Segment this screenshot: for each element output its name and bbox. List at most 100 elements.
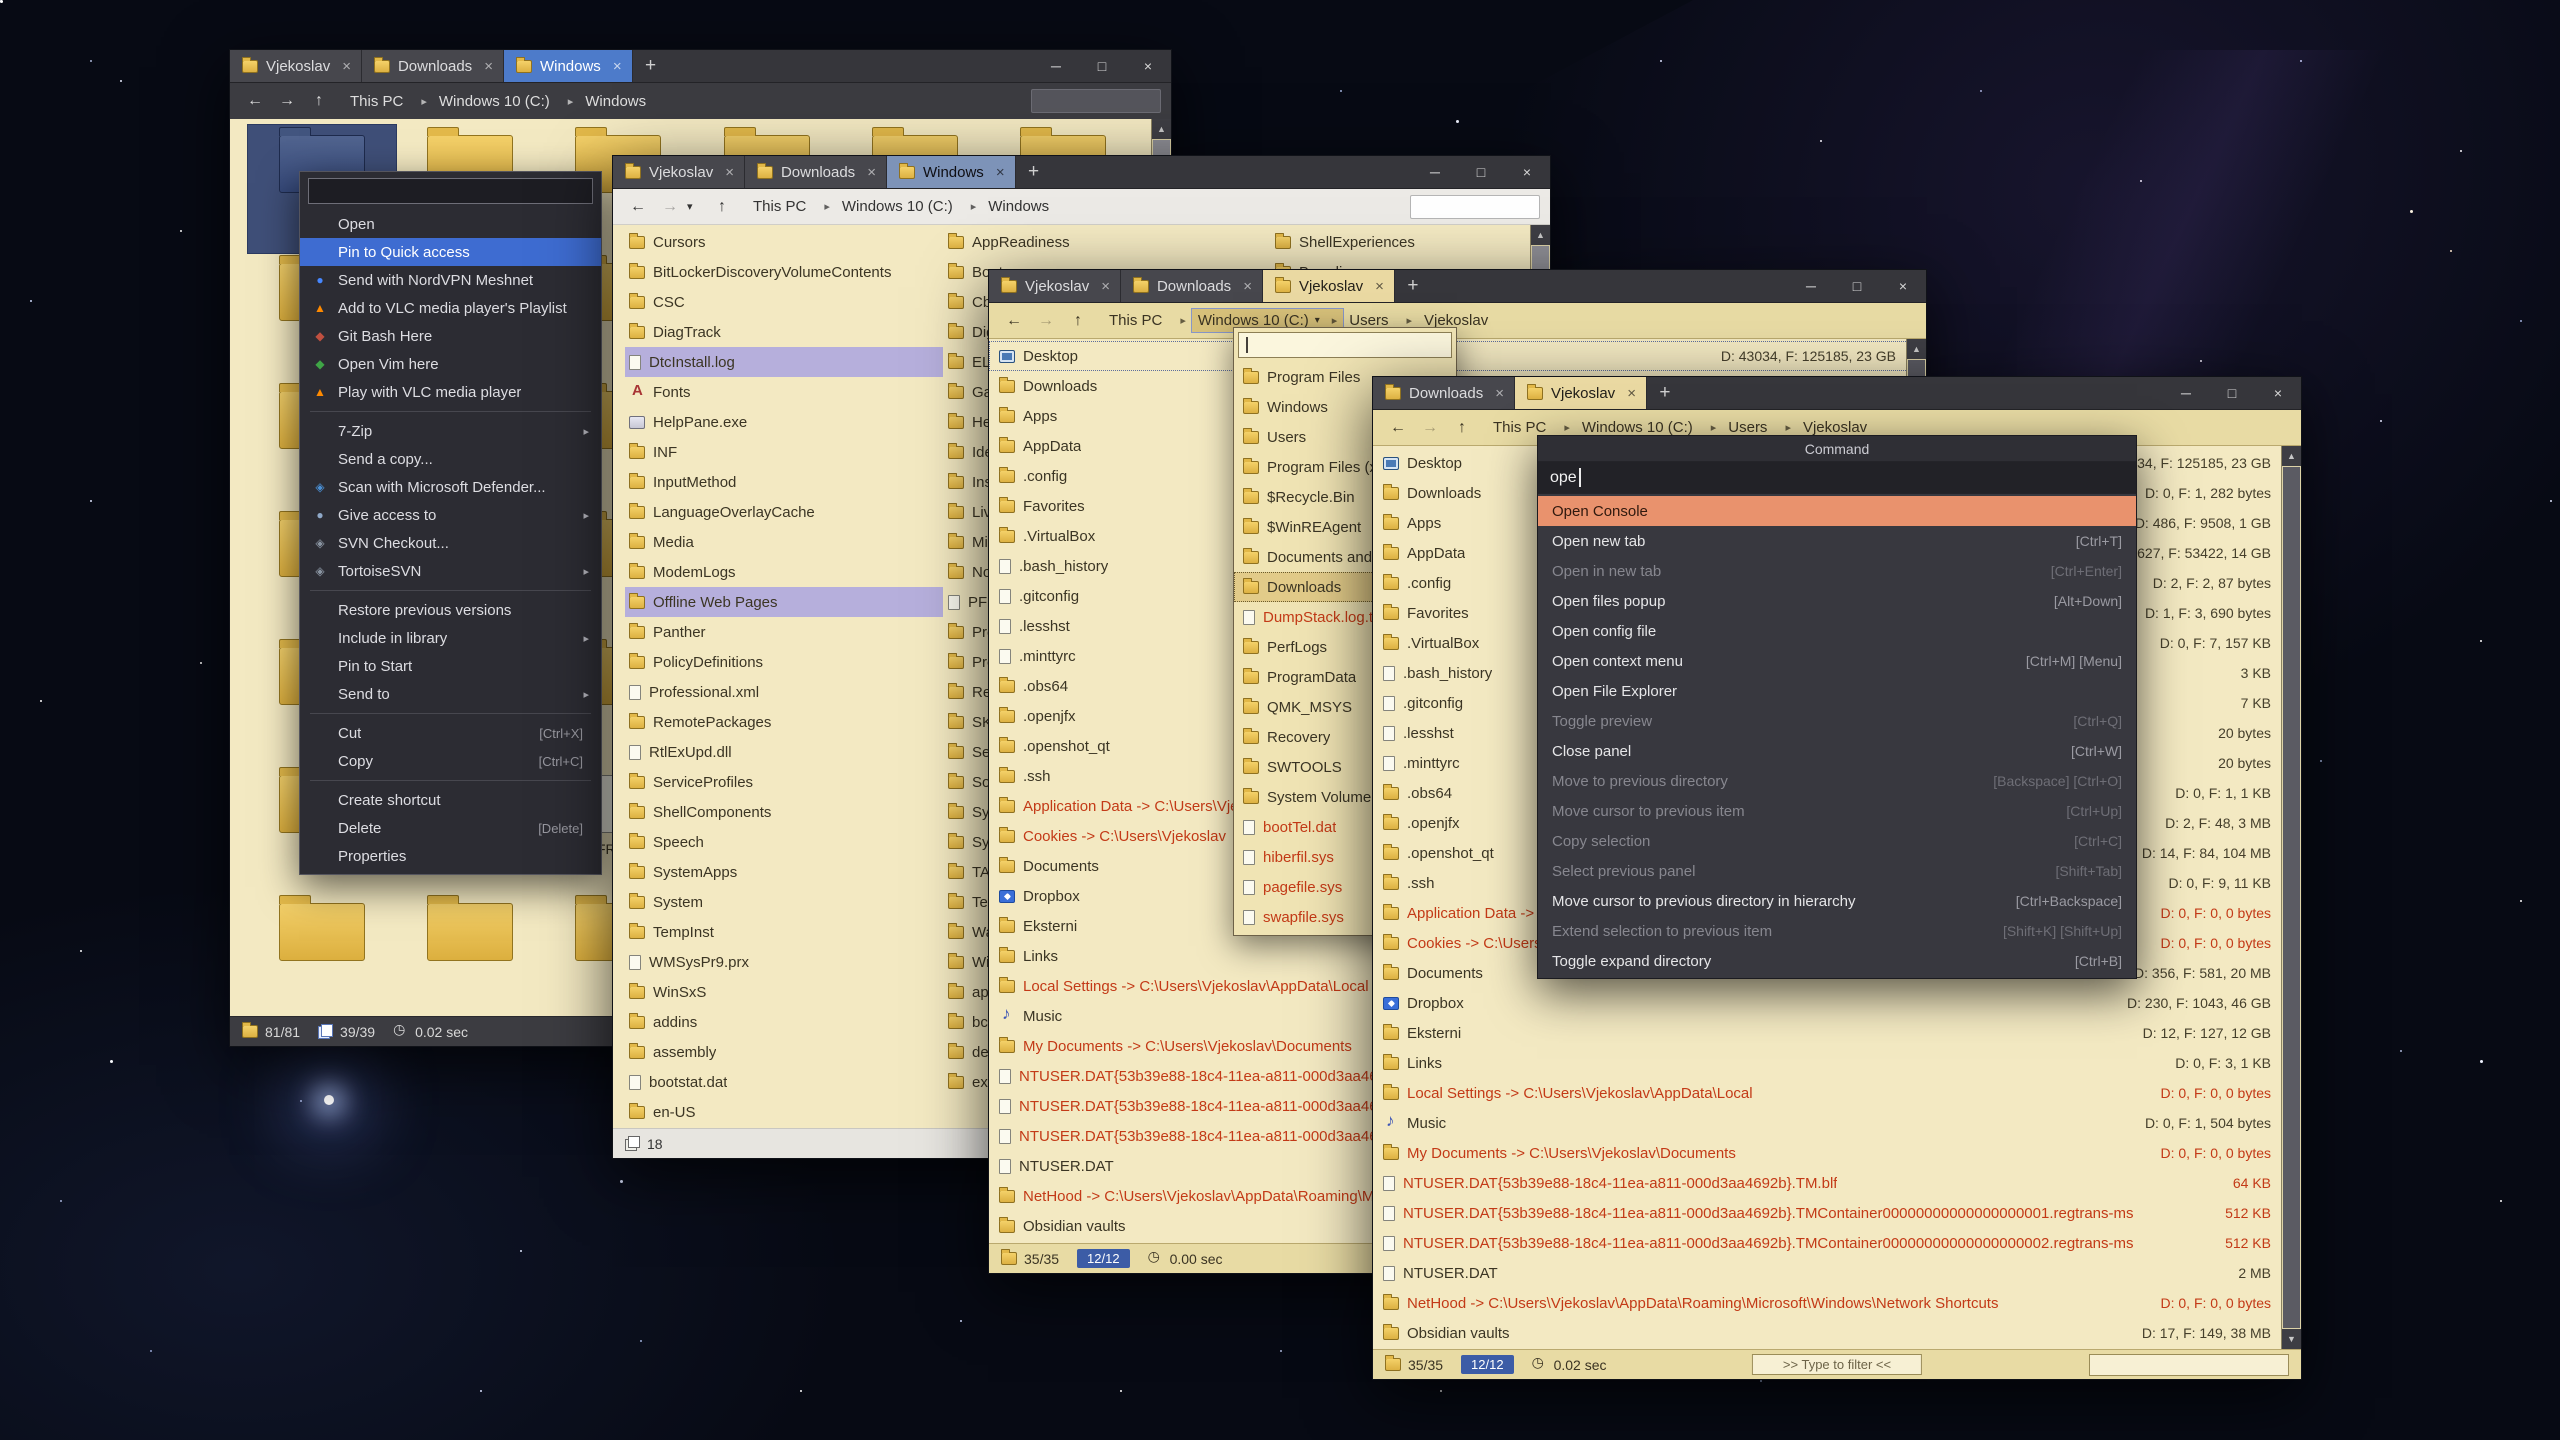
context-menu-item[interactable]: Cut [Ctrl+X] (300, 719, 601, 747)
context-menu-item[interactable]: SVN Checkout... (300, 529, 601, 557)
context-menu-item[interactable]: Send a copy... (300, 445, 601, 473)
close-button[interactable]: × (1504, 156, 1550, 188)
breadcrumb-item[interactable]: Windows (982, 195, 1061, 218)
file-row[interactable]: NetHood -> C:\Users\Vjekoslav\AppData\Ro… (1373, 1288, 2301, 1318)
file-row[interactable]: NTUSER.DAT{53b39e88-18c4-11ea-a811-000d3… (1373, 1198, 2301, 1228)
palette-command[interactable]: Close panel [Ctrl+W] (1538, 736, 2136, 766)
palette-search-input[interactable]: ope (1538, 462, 2136, 494)
tab-close-icon[interactable] (1239, 278, 1252, 295)
close-button[interactable]: × (1125, 50, 1171, 82)
filter-hint[interactable]: >> Type to filter << (1752, 1354, 1922, 1375)
breadcrumb-item[interactable]: Windows (579, 90, 658, 113)
palette-command[interactable]: Open config file (1538, 616, 2136, 646)
forward-button[interactable]: → (1415, 419, 1445, 437)
palette-command[interactable]: Select previous panel [Shift+Tab] (1538, 856, 2136, 886)
file-icon-item[interactable] (248, 893, 396, 1016)
tab[interactable]: Windows (504, 50, 633, 82)
new-tab-button[interactable]: + (1647, 377, 1683, 409)
palette-command[interactable]: Open context menu [Ctrl+M] [Menu] (1538, 646, 2136, 676)
context-menu-item[interactable]: Send with NordVPN Meshnet (300, 266, 601, 294)
context-menu-item[interactable]: Give access to ▸ (300, 501, 601, 529)
file-row[interactable]: Dropbox D: 230, F: 1043, 46 GB (1373, 988, 2301, 1018)
tab-close-icon[interactable] (1097, 278, 1110, 295)
context-menu-item[interactable] (310, 411, 591, 412)
file-row[interactable]: ShellComponents (625, 797, 943, 827)
context-menu-item[interactable]: Properties (300, 842, 601, 870)
breadcrumb-item[interactable]: Windows 10 (C:) (836, 195, 982, 218)
file-row[interactable]: ShellExperiences (1271, 227, 1531, 257)
breadcrumb-item[interactable]: This PC (747, 195, 836, 218)
file-row[interactable]: NTUSER.DAT{53b39e88-18c4-11ea-a811-000d3… (1373, 1168, 2301, 1198)
minimize-button[interactable]: ─ (2163, 377, 2209, 409)
file-row[interactable]: AppReadiness (944, 227, 1268, 257)
scroll-up-icon[interactable] (1907, 339, 1926, 359)
tab[interactable]: Downloads (362, 50, 504, 82)
context-menu-item[interactable]: Pin to Start (300, 652, 601, 680)
scrollbar[interactable] (2281, 446, 2301, 1349)
file-row[interactable]: DtcInstall.log (625, 347, 943, 377)
close-button[interactable]: × (1880, 270, 1926, 302)
file-row[interactable]: addins (625, 1007, 943, 1037)
file-row[interactable]: Obsidian vaults D: 17, F: 149, 38 MB (1373, 1318, 2301, 1348)
file-row[interactable]: bootstat.dat (625, 1067, 943, 1097)
file-row[interactable]: INF (625, 437, 943, 467)
palette-command[interactable]: Open Console (1538, 496, 2136, 526)
scroll-up-icon[interactable] (2282, 446, 2301, 466)
new-tab-button[interactable]: + (1016, 156, 1052, 188)
tab-close-icon[interactable] (338, 58, 351, 75)
file-row[interactable]: PolicyDefinitions (625, 647, 943, 677)
file-row[interactable]: assembly (625, 1037, 943, 1067)
tab[interactable]: Vjekoslav (613, 156, 745, 188)
file-row[interactable]: WMSysPr9.prx (625, 947, 943, 977)
chevron-down-icon[interactable]: ▾ (687, 200, 705, 213)
context-menu-item[interactable]: Copy [Ctrl+C] (300, 747, 601, 775)
file-row[interactable]: My Documents -> C:\Users\Vjekoslav\Docum… (1373, 1138, 2301, 1168)
context-menu-item[interactable]: Delete [Delete] (300, 814, 601, 842)
tab[interactable]: Vjekoslav (230, 50, 362, 82)
file-row[interactable]: RemotePackages (625, 707, 943, 737)
file-row[interactable]: BitLockerDiscoveryVolumeContents (625, 257, 943, 287)
palette-command[interactable]: Move to previous directory [Backspace] [… (1538, 766, 2136, 796)
context-menu-item[interactable] (308, 178, 593, 204)
tab-close-icon[interactable] (480, 58, 493, 75)
scroll-up-icon[interactable] (1531, 225, 1550, 245)
tab[interactable]: Downloads (1121, 270, 1263, 302)
scrollbar-thumb[interactable] (2283, 467, 2300, 1328)
file-row[interactable]: InputMethod (625, 467, 943, 497)
file-row[interactable]: Speech (625, 827, 943, 857)
file-row[interactable]: Eksterni D: 12, F: 127, 12 GB (1373, 1018, 2301, 1048)
up-button[interactable]: ↑ (1447, 419, 1477, 437)
tab-close-icon[interactable] (1623, 385, 1636, 402)
breadcrumb-item[interactable]: This PC (1103, 309, 1192, 332)
dropdown-filter-input[interactable] (1238, 332, 1452, 358)
context-menu-item[interactable]: TortoiseSVN ▸ (300, 557, 601, 585)
tab[interactable]: Downloads (1373, 377, 1515, 409)
tab[interactable]: Downloads (745, 156, 887, 188)
forward-button[interactable]: → (272, 92, 302, 110)
context-menu-item[interactable] (310, 780, 591, 781)
maximize-button[interactable]: □ (1079, 50, 1125, 82)
tab[interactable]: Vjekoslav (989, 270, 1121, 302)
palette-command[interactable]: Toggle preview [Ctrl+Q] (1538, 706, 2136, 736)
tab-close-icon[interactable] (721, 164, 734, 181)
forward-button[interactable]: → (655, 198, 685, 216)
file-row[interactable]: DiagTrack (625, 317, 943, 347)
minimize-button[interactable]: ─ (1033, 50, 1079, 82)
breadcrumb-item[interactable]: Windows 10 (C:) (433, 90, 579, 113)
context-menu-item[interactable]: Create shortcut (300, 786, 601, 814)
palette-command[interactable]: Toggle expand directory [Ctrl+B] (1538, 946, 2136, 976)
file-row[interactable]: SystemApps (625, 857, 943, 887)
file-row[interactable]: LanguageOverlayCache (625, 497, 943, 527)
up-button[interactable]: ↑ (304, 92, 334, 110)
tab[interactable]: Vjekoslav (1263, 270, 1395, 302)
breadcrumb-item[interactable]: This PC (344, 90, 433, 113)
search-box[interactable] (1410, 195, 1540, 219)
maximize-button[interactable]: □ (2209, 377, 2255, 409)
context-menu-item[interactable]: 7-Zip ▸ (300, 417, 601, 445)
context-menu-item[interactable]: Restore previous versions (300, 596, 601, 624)
file-row[interactable]: NTUSER.DAT{53b39e88-18c4-11ea-a811-000d3… (1373, 1228, 2301, 1258)
tab-close-icon[interactable] (992, 164, 1005, 181)
palette-command[interactable]: Move cursor to previous item [Ctrl+Up] (1538, 796, 2136, 826)
maximize-button[interactable]: □ (1458, 156, 1504, 188)
file-row[interactable]: Links D: 0, F: 3, 1 KB (1373, 1048, 2301, 1078)
